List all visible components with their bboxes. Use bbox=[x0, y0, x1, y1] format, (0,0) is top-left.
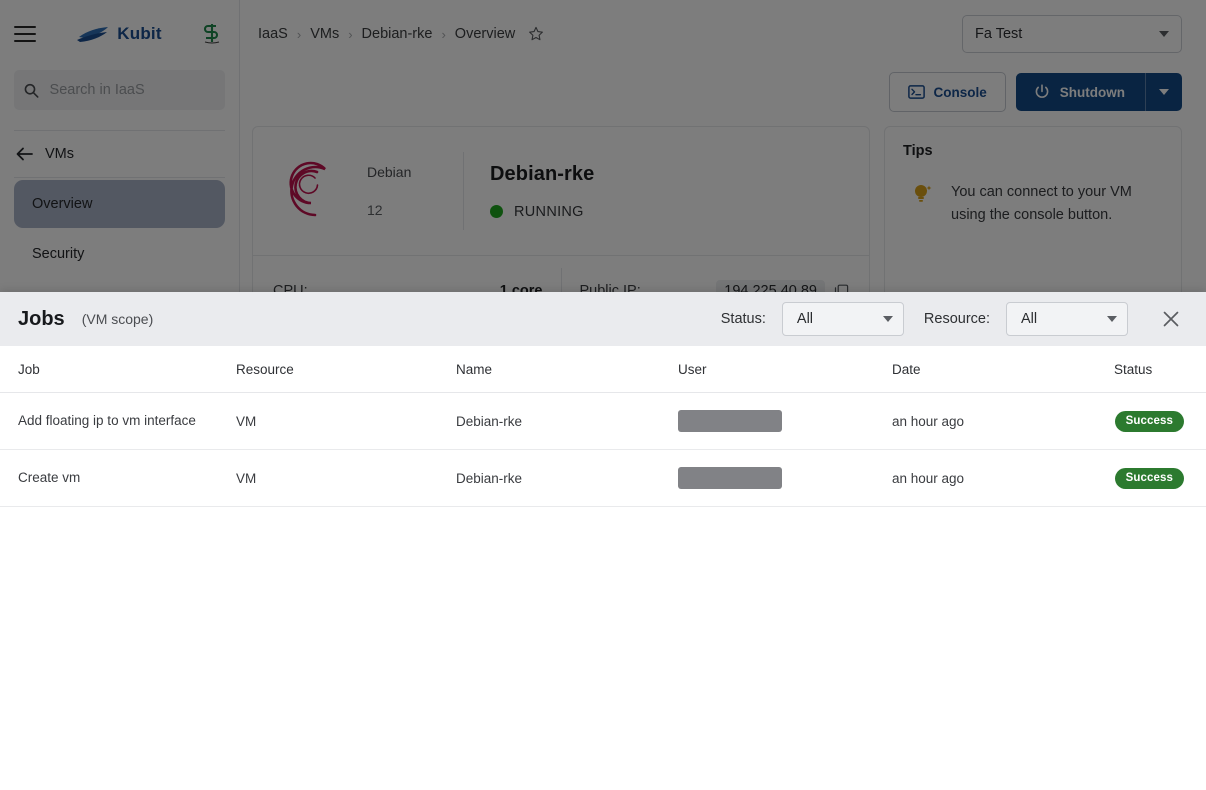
jobs-panel-header: Jobs (VM scope) Status: All Resource: Al… bbox=[0, 292, 1206, 346]
column-header-date[interactable]: Date bbox=[892, 346, 1114, 393]
chevron-down-icon bbox=[1107, 316, 1117, 322]
resource-filter-select[interactable]: All bbox=[1006, 302, 1128, 336]
cell-user bbox=[678, 392, 892, 450]
cell-resource: VM bbox=[236, 392, 456, 450]
resource-filter-label: Resource: bbox=[923, 311, 990, 327]
jobs-panel-title: Jobs bbox=[18, 307, 65, 330]
cell-job: Create vm bbox=[18, 469, 81, 485]
jobs-panel: Jobs (VM scope) Status: All Resource: Al… bbox=[0, 292, 1206, 790]
cell-date: an hour ago bbox=[892, 392, 1114, 450]
close-jobs-panel-button[interactable] bbox=[1158, 306, 1184, 332]
cell-name: Debian-rke bbox=[456, 449, 678, 507]
status-filter-label: Status: bbox=[720, 311, 766, 327]
status-filter-value: All bbox=[796, 311, 814, 327]
cell-date: an hour ago bbox=[892, 449, 1114, 507]
cell-status: Success bbox=[1114, 392, 1206, 450]
jobs-filters: Status: All Resource: All bbox=[721, 302, 1184, 336]
cell-resource: VM bbox=[236, 449, 456, 507]
redacted-user-bar bbox=[678, 410, 782, 432]
cell-name: Debian-rke bbox=[456, 392, 678, 450]
column-header-user[interactable]: User bbox=[678, 346, 892, 393]
table-row[interactable]: Create vm VM Debian-rke an hour ago Succ… bbox=[0, 449, 1206, 507]
table-row[interactable]: Add floating ip to vm interface VM Debia… bbox=[0, 392, 1206, 450]
table-header-row: Job Resource Name User Date Status bbox=[0, 346, 1206, 393]
status-badge: Success bbox=[1114, 410, 1184, 432]
column-header-resource[interactable]: Resource bbox=[236, 346, 456, 393]
status-filter-select[interactable]: All bbox=[781, 302, 904, 336]
chevron-down-icon bbox=[882, 316, 893, 322]
cell-user bbox=[678, 449, 892, 507]
cell-status: Success bbox=[1114, 449, 1206, 507]
redacted-user-bar bbox=[678, 467, 782, 489]
cell-job: Add floating ip to vm interface bbox=[18, 412, 196, 428]
jobs-table-header: Job Resource Name User Date Status bbox=[0, 346, 1206, 393]
column-header-job[interactable]: Job bbox=[0, 346, 236, 393]
column-header-name[interactable]: Name bbox=[456, 346, 678, 393]
column-header-status[interactable]: Status bbox=[1114, 346, 1206, 393]
resource-filter-value: All bbox=[1021, 311, 1038, 327]
close-icon bbox=[1163, 311, 1179, 327]
jobs-panel-scope: (VM scope) bbox=[81, 311, 154, 327]
jobs-table: Job Resource Name User Date Status Add f… bbox=[0, 346, 1206, 507]
status-badge: Success bbox=[1114, 467, 1184, 489]
jobs-table-body: Add floating ip to vm interface VM Debia… bbox=[0, 392, 1206, 507]
